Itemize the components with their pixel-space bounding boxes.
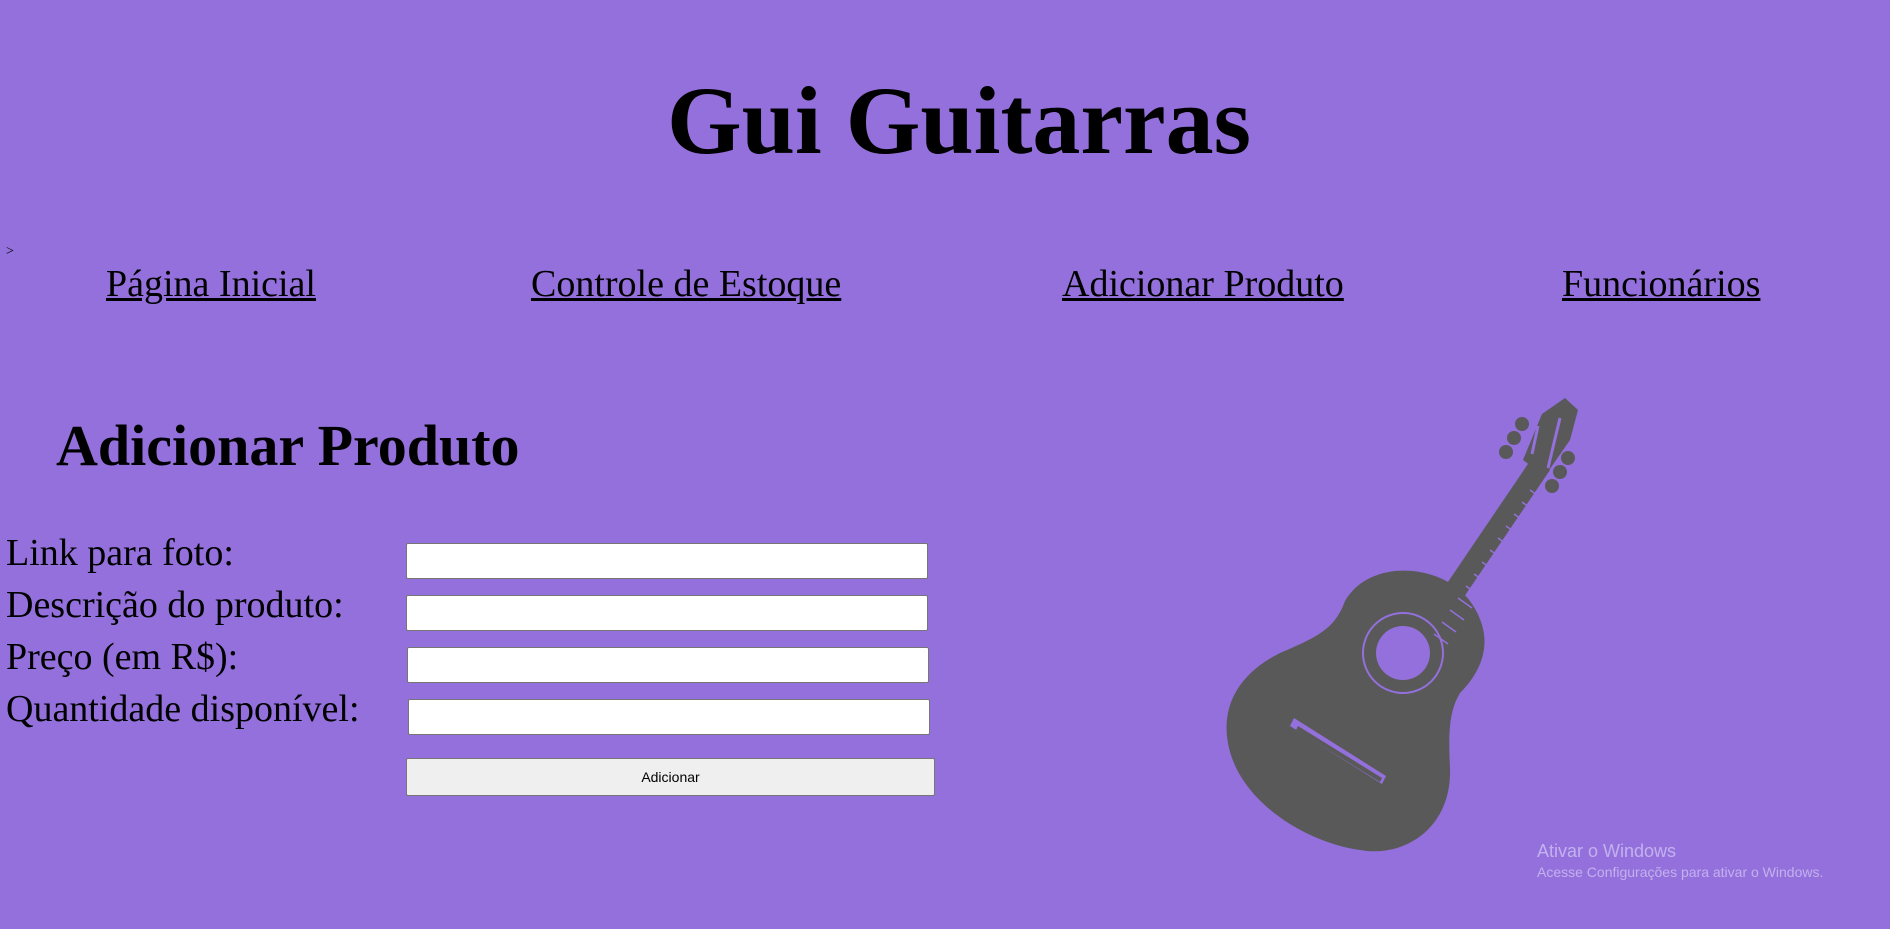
description-label: Descrição do produto: [6,584,344,626]
photo-link-label: Link para foto: [6,532,234,574]
quantity-label: Quantidade disponível: [6,688,360,730]
page-heading: Adicionar Produto [56,413,520,478]
windows-activation-watermark: Ativar o Windows Acesse Configurações pa… [1537,840,1823,881]
nav-link-add-product[interactable]: Adicionar Produto [1062,262,1344,308]
photo-link-input[interactable] [406,543,928,579]
quantity-input[interactable] [408,699,930,735]
guitar-icon [1226,398,1578,852]
nav-link-employees[interactable]: Funcionários [1562,262,1760,308]
nav-link-home[interactable]: Página Inicial [106,262,316,308]
watermark-subtitle: Acesse Configurações para ativar o Windo… [1537,863,1824,880]
description-input[interactable] [406,595,928,631]
watermark-title: Ativar o Windows [1537,841,1677,861]
price-label: Preço (em R$): [6,636,239,678]
site-title: Gui Guitarras [666,67,1251,174]
guitar-illustration [1220,388,1620,858]
stray-text: > [6,244,14,259]
add-button[interactable]: Adicionar [406,758,935,796]
nav-link-stock-control[interactable]: Controle de Estoque [531,262,841,308]
price-input[interactable] [407,647,929,683]
